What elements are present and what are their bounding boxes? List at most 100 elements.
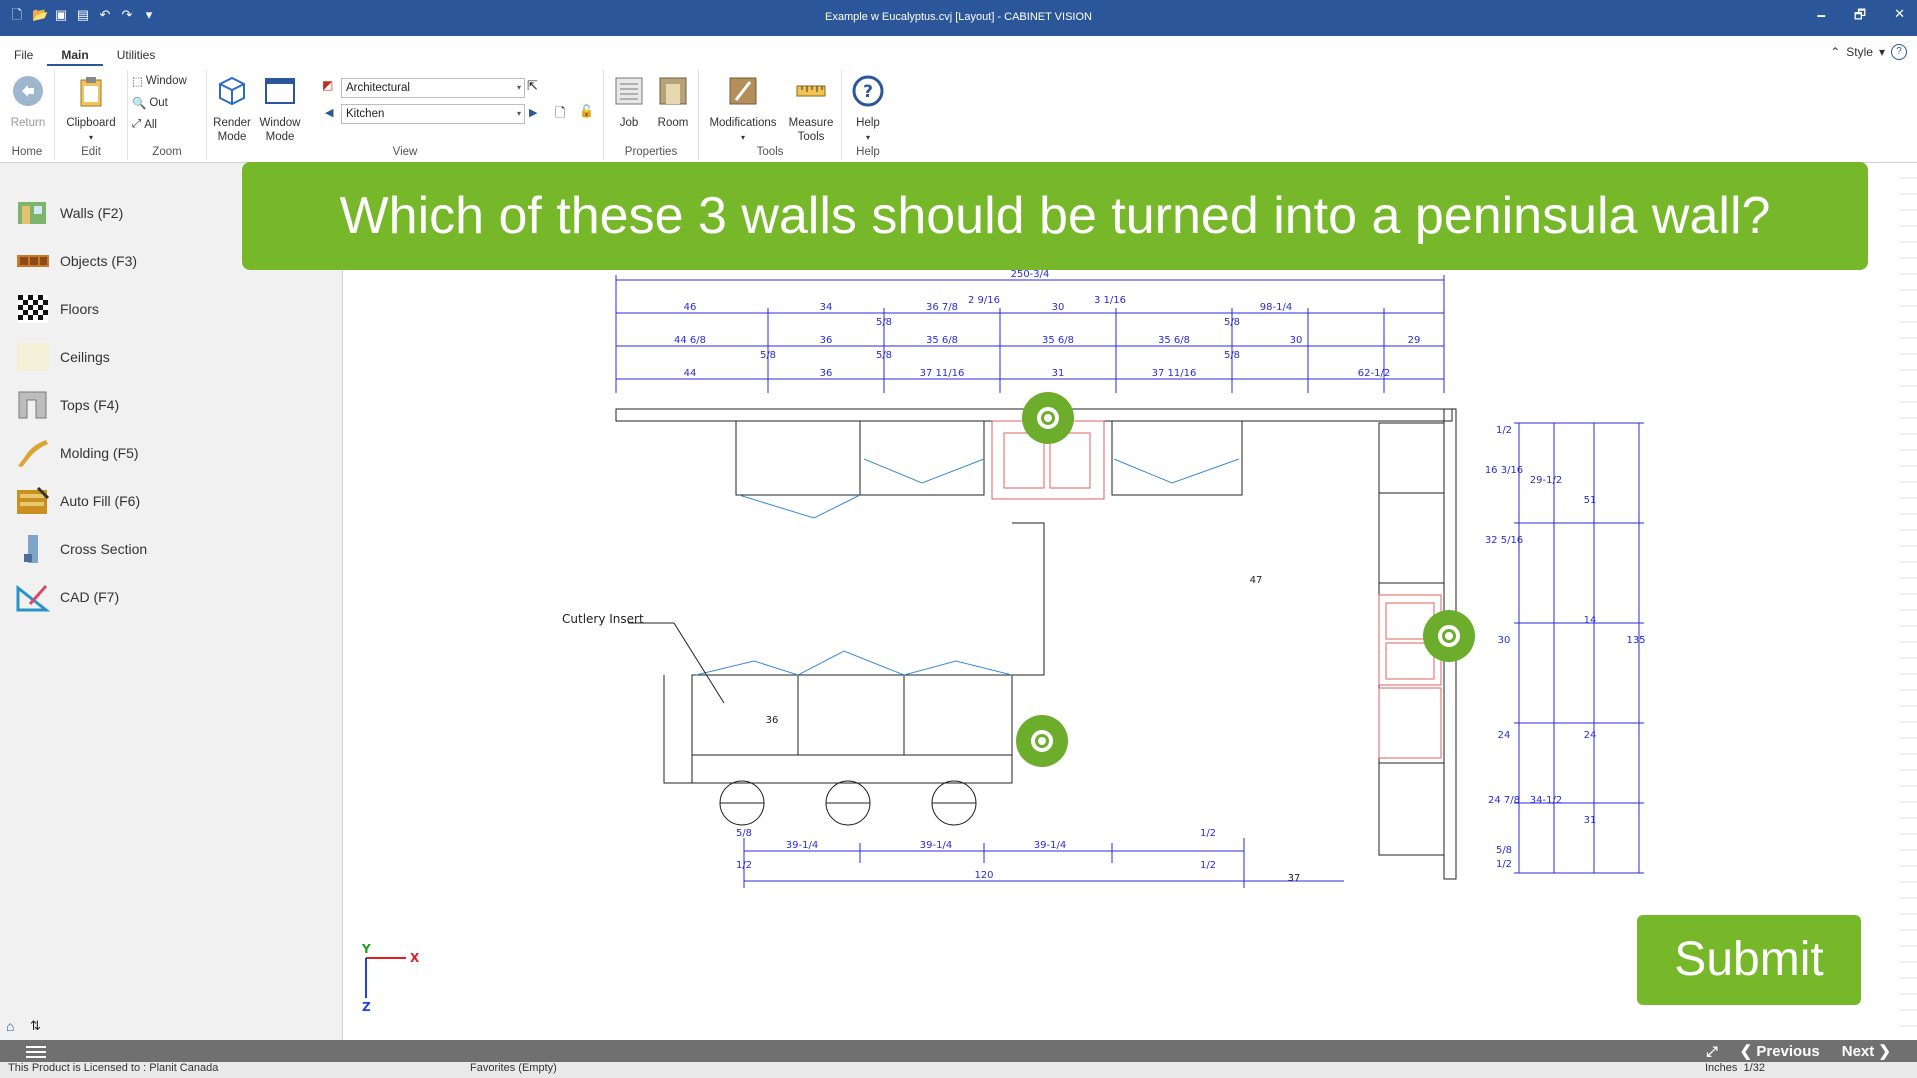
fullscreen-icon[interactable]: ⤢ [1706, 1043, 1717, 1060]
group-help: ? Help ▾ Help [842, 70, 894, 160]
cad-icon [16, 584, 50, 612]
menu-icon[interactable] [26, 1043, 46, 1059]
sidebar-item-tops[interactable]: Tops (F4) [16, 390, 119, 420]
sidebar-item-autofill[interactable]: Auto Fill (F6) [16, 486, 140, 516]
sidebar-item-cad[interactable]: CAD (F7) [16, 582, 119, 612]
svg-text:34-1/2: 34-1/2 [1530, 795, 1562, 806]
previous-button[interactable]: ❮ Previous [1740, 1042, 1820, 1060]
sink-appliances [991, 420, 1442, 759]
svg-text:1/2: 1/2 [1200, 860, 1216, 871]
title-bar: 🗋 📂 ▣ ▤ ↶ ↷ ▾ Example w Eucalyptus.cvj [… [0, 0, 1917, 36]
style-menu[interactable]: Style [1846, 45, 1873, 59]
architectural-style-icon: ◩ [322, 78, 334, 92]
group-label-edit: Edit [81, 146, 101, 158]
submit-button[interactable]: Submit [1637, 915, 1861, 1005]
sidebar-item-molding[interactable]: Molding (F5) [16, 438, 139, 468]
render-mode-button[interactable]: Render Mode [209, 74, 255, 144]
sidebar-item-floors[interactable]: Floors [16, 294, 99, 324]
tree-icon[interactable]: ⇅ [30, 1018, 41, 1034]
svg-text:16 3/16: 16 3/16 [1485, 465, 1523, 476]
return-button[interactable]: Return [8, 74, 48, 130]
svg-text:62-1/2: 62-1/2 [1358, 368, 1390, 379]
svg-text:Cutlery Insert: Cutlery Insert [562, 612, 644, 626]
svg-text:30: 30 [1498, 635, 1511, 646]
svg-text:46: 46 [684, 302, 697, 313]
svg-text:39-1/4: 39-1/4 [1034, 840, 1066, 851]
room-properties-button[interactable]: Room [654, 74, 692, 130]
group-label-help: Help [856, 146, 880, 158]
svg-text:Y: Y [361, 942, 371, 956]
new-room-icon[interactable]: 🗋 [555, 104, 565, 126]
cross-section-icon [24, 535, 38, 563]
svg-text:30: 30 [1052, 302, 1065, 313]
svg-text:5/8: 5/8 [1224, 317, 1240, 328]
group-edit: Clipboard ▾ Edit [55, 70, 128, 160]
sidebar-footer: ⌂ ⇅ [0, 1016, 342, 1040]
hotspot-back-wall[interactable] [1022, 392, 1074, 444]
svg-text:39-1/4: 39-1/4 [920, 840, 952, 851]
tab-file[interactable]: File [0, 44, 47, 66]
help-icon[interactable]: ? [1891, 44, 1907, 60]
help-question-icon: ? [852, 75, 884, 107]
tab-utilities[interactable]: Utilities [103, 44, 170, 66]
zoom-all-button[interactable]: ⤢ All [132, 118, 157, 131]
layout-canvas[interactable]: 250-3/4 2 9/16 3 1/16 46 34 36 7/8 30 98… [344, 163, 1917, 1040]
svg-text:?: ? [863, 82, 873, 102]
svg-text:1/2: 1/2 [736, 860, 752, 871]
group-tools: Modifications ▾ Measure Tools Tools [699, 70, 842, 160]
group-properties: Job Room Properties [604, 70, 699, 160]
svg-text:14: 14 [1584, 615, 1597, 626]
hotspot-island-wall[interactable] [1016, 715, 1068, 767]
cutlery-annotation: Cutlery Insert [562, 612, 725, 704]
clipboard-icon [80, 77, 102, 107]
hotspot-right-wall[interactable] [1423, 610, 1475, 662]
svg-text:36 7/8: 36 7/8 [926, 302, 958, 313]
job-properties-button[interactable]: Job [610, 74, 648, 130]
collapse-ribbon-icon[interactable]: ⌃ [1830, 45, 1840, 59]
svg-text:135: 135 [1626, 635, 1645, 646]
vertical-scrollbar[interactable] [1899, 163, 1917, 1040]
zoom-out-icon: 🔍 [132, 98, 147, 110]
help-button[interactable]: ? Help ▾ [848, 74, 888, 145]
room-next-icon[interactable]: ▶ [529, 106, 537, 119]
room-prev-icon[interactable]: ◀ [325, 106, 333, 119]
measure-tools-button[interactable]: Measure Tools [785, 74, 837, 144]
style-settings-icon[interactable]: ⇱ [527, 78, 538, 94]
license-text: This Product is Licensed to : Planit Can… [8, 1062, 219, 1074]
zoom-window-button[interactable]: ⬚ Window [132, 74, 187, 88]
svg-text:51: 51 [1584, 495, 1597, 506]
sidebar-item-walls[interactable]: Walls (F2) [16, 198, 123, 228]
drawing-style-select[interactable]: Architectural ▾ [341, 78, 525, 98]
room-select[interactable]: Kitchen ▾ [341, 104, 525, 124]
sidebar-item-ceilings[interactable]: Ceilings [16, 342, 110, 372]
zoom-out-button[interactable]: 🔍 Out [132, 96, 168, 110]
svg-text:35 6/8: 35 6/8 [1042, 335, 1074, 346]
window-mode-button[interactable]: Window Mode [257, 74, 303, 144]
units-text: Inches 1/32 [1705, 1062, 1765, 1074]
objects-icon [17, 255, 49, 267]
island-peninsula [663, 522, 1045, 826]
sidebar-item-objects[interactable]: Objects (F3) [16, 246, 137, 276]
svg-text:32 5/16: 32 5/16 [1485, 535, 1523, 546]
lock-icon[interactable]: 🔓 [579, 104, 594, 118]
svg-text:3 1/16: 3 1/16 [1094, 295, 1126, 306]
svg-text:250-3/4: 250-3/4 [1011, 269, 1050, 280]
restore-button[interactable]: 🗗 [1854, 6, 1866, 28]
walls-icon [18, 202, 46, 224]
close-button[interactable]: ✕ [1894, 6, 1905, 28]
next-button[interactable]: Next ❯ [1842, 1042, 1891, 1060]
sidebar-item-cross-section[interactable]: Cross Section [16, 534, 147, 564]
svg-text:120: 120 [974, 870, 993, 881]
ceilings-icon [17, 343, 49, 371]
tab-main[interactable]: Main [47, 44, 103, 66]
ribbon: File Main Utilities ⌃ Style ▾ ? Return H… [0, 36, 1917, 163]
svg-text:5/8: 5/8 [760, 350, 776, 361]
modifications-button[interactable]: Modifications ▾ [703, 74, 783, 145]
favorites-text[interactable]: Favorites (Empty) [470, 1062, 557, 1074]
style-dropdown-icon[interactable]: ▾ [1879, 45, 1885, 59]
home-icon[interactable]: ⌂ [6, 1018, 14, 1034]
minimize-button[interactable]: 🗕 [1817, 6, 1826, 28]
clipboard-button[interactable]: Clipboard ▾ [61, 74, 121, 145]
tops-icon [18, 391, 47, 419]
svg-text:98-1/4: 98-1/4 [1260, 302, 1292, 313]
